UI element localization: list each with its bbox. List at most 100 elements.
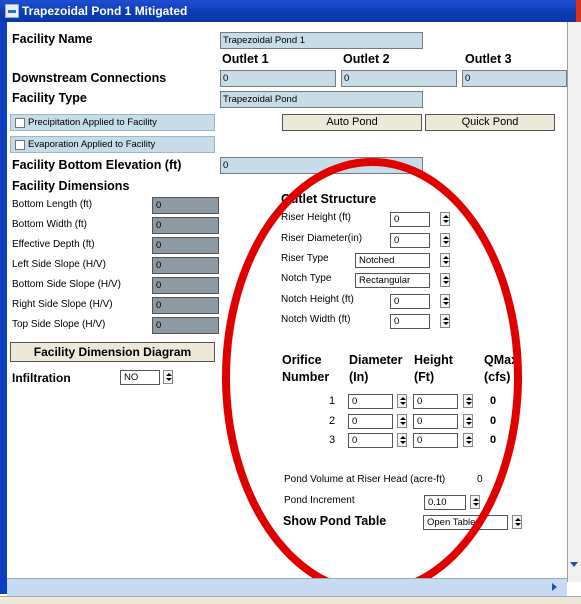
notch-width-input[interactable]: 0	[390, 314, 430, 329]
auto-pond-button[interactable]: Auto Pond	[282, 114, 422, 131]
scroll-right-arrow-icon[interactable]	[552, 583, 557, 591]
left-side-slope-input[interactable]: 0	[152, 257, 219, 274]
pond-increment-label: Pond Increment	[284, 495, 355, 506]
show-pond-table-select[interactable]: Open Table	[423, 515, 508, 530]
horizontal-scrollbar[interactable]	[7, 578, 567, 596]
precipitation-label: Precipitation Applied to Facility	[28, 117, 157, 128]
infiltration-label: Infiltration	[12, 371, 71, 385]
annotation-oval	[222, 158, 522, 596]
riser-type-label: Riser Type	[281, 253, 329, 264]
notch-height-label: Notch Height (ft)	[281, 294, 354, 305]
bottom-elevation-label: Facility Bottom Elevation (ft)	[12, 158, 182, 172]
riser-type-select[interactable]: Notched	[355, 253, 430, 268]
orifice-2-diameter-spinner[interactable]	[397, 414, 407, 428]
riser-height-input[interactable]: 0	[390, 212, 430, 227]
evaporation-label: Evaporation Applied to Facility	[28, 139, 156, 150]
effective-depth-label: Effective Depth (ft)	[12, 239, 95, 250]
right-side-slope-input[interactable]: 0	[152, 297, 219, 314]
orifice-3-diameter-spinner[interactable]	[397, 433, 407, 447]
facility-dimension-diagram-button[interactable]: Facility Dimension Diagram	[10, 342, 215, 362]
riser-diameter-input[interactable]: 0	[390, 233, 430, 248]
orifice-number: 2	[329, 415, 336, 427]
orifice-2-height-input[interactable]: 0	[413, 414, 458, 429]
notch-type-spinner[interactable]	[440, 273, 450, 287]
height-unit-header: (Ft)	[414, 370, 435, 384]
top-side-slope-input[interactable]: 0	[152, 317, 219, 334]
outlet-1-header: Outlet 1	[222, 52, 269, 66]
riser-height-spinner[interactable]	[440, 212, 450, 226]
orifice-number: 3	[329, 434, 336, 446]
orifice-1-diameter-spinner[interactable]	[397, 394, 407, 408]
riser-height-label: Riser Height (ft)	[281, 212, 352, 223]
vertical-scrollbar[interactable]	[567, 22, 581, 582]
notch-width-spinner[interactable]	[440, 314, 450, 328]
diameter-unit-header: (In)	[349, 370, 369, 384]
height-header: Height	[414, 353, 453, 367]
infiltration-select[interactable]: NO	[120, 370, 160, 385]
app-icon	[5, 4, 19, 18]
title-bar[interactable]: Trapezoidal Pond 1 Mitigated	[0, 0, 576, 22]
bottom-side-slope-input[interactable]: 0	[152, 277, 219, 294]
orifice-3-height-spinner[interactable]	[463, 433, 473, 447]
outlet-structure-heading: Outlet Structure	[281, 192, 377, 206]
precipitation-checkbox[interactable]: Precipitation Applied to Facility	[10, 114, 215, 131]
diameter-header: Diameter	[349, 353, 403, 367]
orifice-3-height-input[interactable]: 0	[413, 433, 458, 448]
notch-height-spinner[interactable]	[440, 294, 450, 308]
outlet-2-input[interactable]: 0	[341, 70, 457, 87]
notch-type-label: Notch Type	[281, 273, 332, 284]
bottom-width-input[interactable]: 0	[152, 217, 219, 234]
notch-height-input[interactable]: 0	[390, 294, 430, 309]
outlet-3-input[interactable]: 0	[462, 70, 567, 87]
orifice-header: Orifice	[282, 353, 322, 367]
bottom-length-label: Bottom Length (ft)	[12, 199, 93, 210]
bottom-width-label: Bottom Width (ft)	[12, 219, 88, 230]
checkbox-box[interactable]	[15, 140, 25, 150]
bottom-elevation-input[interactable]: 0	[220, 157, 423, 174]
facility-type-field: Trapezoidal Pond	[220, 91, 423, 108]
scroll-down-arrow-icon[interactable]	[570, 562, 578, 567]
evaporation-checkbox[interactable]: Evaporation Applied to Facility	[10, 136, 215, 153]
quick-pond-button[interactable]: Quick Pond	[425, 114, 555, 131]
outlet-3-header: Outlet 3	[465, 52, 512, 66]
top-side-slope-label: Top Side Slope (H/V)	[12, 319, 106, 330]
infiltration-spinner[interactable]	[163, 370, 173, 384]
facility-type-label: Facility Type	[12, 91, 87, 105]
left-side-slope-label: Left Side Slope (H/V)	[12, 259, 106, 270]
facility-dimensions-heading: Facility Dimensions	[12, 179, 130, 193]
orifice-number: 1	[329, 395, 336, 407]
show-pond-table-label: Show Pond Table	[283, 514, 387, 528]
bottom-length-input[interactable]: 0	[152, 197, 219, 214]
facility-name-input[interactable]: Trapezoidal Pond 1	[220, 32, 423, 49]
orifice-2-diameter-input[interactable]: 0	[348, 414, 393, 429]
orifice-3-qmax: 0	[490, 434, 497, 446]
orifice-3-diameter-input[interactable]: 0	[348, 433, 393, 448]
orifice-1-qmax: 0	[490, 395, 497, 407]
riser-type-spinner[interactable]	[440, 253, 450, 267]
show-pond-table-spinner[interactable]	[512, 515, 522, 529]
bottom-side-slope-label: Bottom Side Slope (H/V)	[12, 279, 121, 290]
downstream-connections-label: Downstream Connections	[12, 71, 167, 85]
effective-depth-input[interactable]: 0	[152, 237, 219, 254]
outlet-1-input[interactable]: 0	[220, 70, 336, 87]
number-header: Number	[282, 370, 330, 384]
riser-diameter-label: Riser Diameter(in)	[281, 233, 363, 244]
orifice-2-qmax: 0	[490, 415, 497, 427]
close-button[interactable]	[576, 0, 581, 22]
pond-increment-input[interactable]: 0.10	[424, 495, 466, 510]
facility-name-label: Facility Name	[12, 32, 93, 46]
checkbox-box[interactable]	[15, 118, 25, 128]
notch-type-select[interactable]: Rectangular	[355, 273, 430, 288]
notch-width-label: Notch Width (ft)	[281, 314, 351, 325]
orifice-1-height-spinner[interactable]	[463, 394, 473, 408]
riser-diameter-spinner[interactable]	[440, 233, 450, 247]
left-frame	[0, 22, 7, 594]
right-side-slope-label: Right Side Slope (H/V)	[12, 299, 113, 310]
orifice-1-height-input[interactable]: 0	[413, 394, 458, 409]
outlet-2-header: Outlet 2	[343, 52, 390, 66]
orifice-1-diameter-input[interactable]: 0	[348, 394, 393, 409]
pond-increment-spinner[interactable]	[470, 495, 480, 509]
pond-volume-value: 0	[477, 474, 483, 485]
orifice-2-height-spinner[interactable]	[463, 414, 473, 428]
qmax-unit-header: (cfs)	[484, 370, 511, 384]
